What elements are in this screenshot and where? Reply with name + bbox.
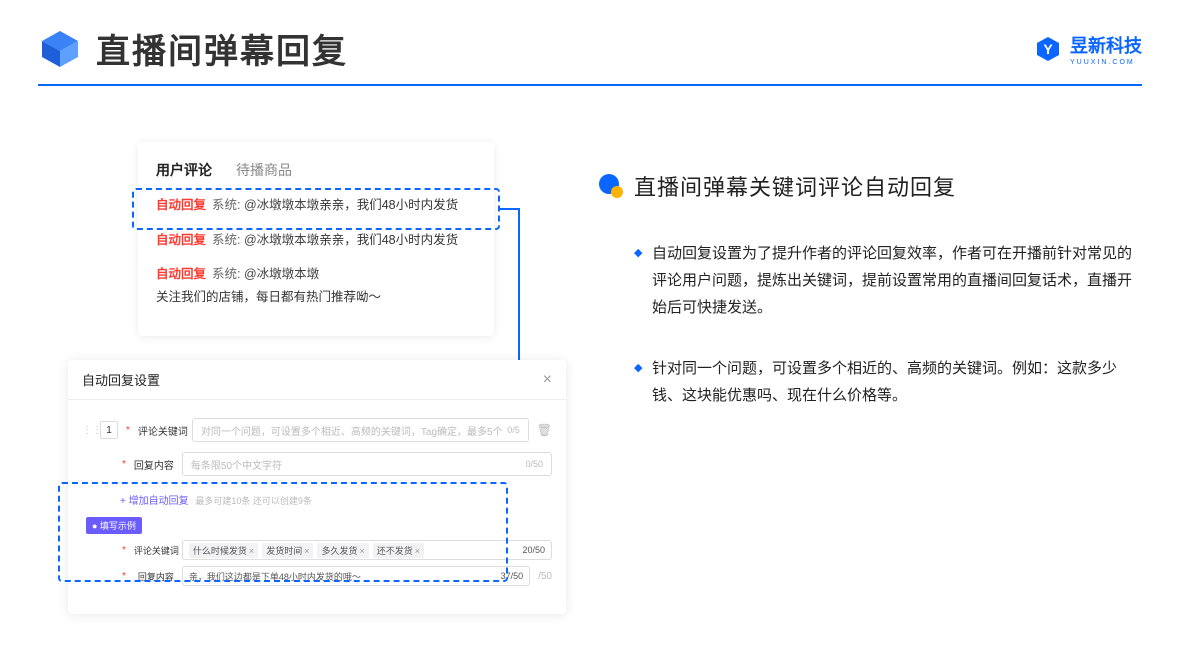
brand-name: 昱新科技 bbox=[1070, 32, 1142, 58]
tag-chips: 什么时候发货 发货时间 多久发货 还不发货 bbox=[189, 543, 428, 558]
page-header: 直播间弹幕回复 Y 昱新科技 YUUXIN.COM bbox=[38, 24, 1142, 73]
tag-chip[interactable]: 多久发货 bbox=[317, 543, 368, 558]
brand-text: 昱新科技 YUUXIN.COM bbox=[1070, 32, 1142, 66]
form-row-keyword: ⋮⋮ 1 * 评论关键词 对同一个问题，可设置多个相近、高频的关键词，Tag确定… bbox=[82, 418, 552, 442]
bullet-item: 自动回复设置为了提升作者的评论回复效率，作者可在开播前针对常见的评论用户问题，提… bbox=[634, 240, 1142, 321]
order-badge: 1 bbox=[100, 421, 118, 439]
keyword-input[interactable]: 对同一个问题，可设置多个相近、高频的关键词，Tag确定，最多5个 0/5 bbox=[192, 418, 529, 442]
auto-reply-badge: 自动回复 bbox=[156, 229, 206, 252]
example-row-content: * 回复内容 亲，我们这边都是下单48小时内发货的哦～ 37/50 /50 bbox=[82, 566, 552, 586]
description-section: 直播间弹幕关键词评论自动回复 自动回复设置为了提升作者的评论回复效率，作者可在开… bbox=[598, 170, 1142, 443]
cube-icon bbox=[38, 27, 82, 71]
example-row-keyword: * 评论关键词 什么时候发货 发货时间 多久发货 还不发货 20/50 bbox=[82, 540, 552, 560]
add-row: + 增加自动回复 最多可建10条 还可以创建9条 bbox=[82, 486, 552, 513]
comment-text: 亲亲，我们48小时内发货 bbox=[319, 229, 458, 252]
example-badge: ● 填写示例 bbox=[86, 517, 142, 534]
ex-content-value: 亲，我们这边都是下单48小时内发货的哦～ bbox=[189, 570, 361, 583]
modal-body: ⋮⋮ 1 * 评论关键词 对同一个问题，可设置多个相近、高频的关键词，Tag确定… bbox=[68, 400, 566, 614]
comment-mention: @冰墩墩本墩 bbox=[244, 194, 319, 217]
comment-prefix: 系统: bbox=[212, 263, 240, 286]
tag-chip[interactable]: 发货时间 bbox=[262, 543, 313, 558]
content-input[interactable]: 每条限50个中文字符 0/50 bbox=[182, 452, 552, 476]
keyword-placeholder: 对同一个问题，可设置多个相近、高频的关键词，Tag确定，最多5个 bbox=[201, 423, 503, 438]
comments-panel: 用户评论 待播商品 自动回复 系统: @冰墩墩本墩 亲亲，我们48小时内发货 自… bbox=[138, 142, 494, 336]
svg-text:Y: Y bbox=[1043, 41, 1053, 57]
keyword-label: 评论关键词 bbox=[138, 423, 184, 438]
required-dot: * bbox=[122, 545, 126, 556]
tag-chip[interactable]: 还不发货 bbox=[373, 543, 424, 558]
tabs: 用户评论 待播商品 bbox=[156, 160, 476, 180]
ex-content-input[interactable]: 亲，我们这边都是下单48小时内发货的哦～ 37/50 bbox=[182, 566, 530, 586]
ex-keyword-label: 评论关键词 bbox=[134, 544, 174, 557]
screenshot-composite: 用户评论 待播商品 自动回复 系统: @冰墩墩本墩 亲亲，我们48小时内发货 自… bbox=[68, 142, 566, 622]
form-row-content: * 回复内容 每条限50个中文字符 0/50 bbox=[82, 452, 552, 476]
divider bbox=[38, 84, 1142, 86]
comment-text: 关注我们的店铺，每日都有热门推荐呦～ bbox=[156, 286, 381, 309]
add-hint: 最多可建10条 还可以创建9条 bbox=[195, 496, 312, 506]
content-placeholder: 每条限50个中文字符 bbox=[191, 457, 282, 472]
comment-prefix: 系统: bbox=[212, 194, 240, 217]
modal-header: 自动回复设置 × bbox=[68, 360, 566, 400]
close-icon[interactable]: × bbox=[543, 371, 552, 389]
brand-logo: Y 昱新科技 YUUXIN.COM bbox=[1034, 32, 1142, 66]
example-block: ● 填写示例 * 评论关键词 什么时候发货 发货时间 多久发货 还不发货 20/… bbox=[82, 517, 552, 586]
comment-mention: @冰墩墩本墩 bbox=[244, 229, 319, 252]
content-count: 0/50 bbox=[525, 459, 543, 469]
bullet-item: 针对同一个问题，可设置多个相近的、高频的关键词。例如：这款多少钱、这块能优惠吗、… bbox=[634, 355, 1142, 409]
section-title: 直播间弹幕关键词评论自动回复 bbox=[634, 170, 956, 202]
ex-keyword-input[interactable]: 什么时候发货 发货时间 多久发货 还不发货 20/50 bbox=[182, 540, 552, 560]
bullet-list: 自动回复设置为了提升作者的评论回复效率，作者可在开播前针对常见的评论用户问题，提… bbox=[598, 240, 1142, 409]
connector-line bbox=[500, 208, 518, 210]
tab-user-comments[interactable]: 用户评论 bbox=[156, 160, 212, 180]
required-dot: * bbox=[122, 571, 126, 582]
keyword-count: 0/5 bbox=[507, 425, 520, 435]
ex-kw-count: 20/50 bbox=[522, 545, 545, 555]
comment-text: 亲亲，我们48小时内发货 bbox=[319, 194, 458, 217]
auto-reply-badge: 自动回复 bbox=[156, 263, 206, 286]
chat-bubble-icon bbox=[598, 173, 624, 199]
page-title: 直播间弹幕回复 bbox=[96, 24, 348, 73]
tag-chip[interactable]: 什么时候发货 bbox=[189, 543, 258, 558]
header-left: 直播间弹幕回复 bbox=[38, 24, 348, 73]
ex-content-count: 37/50 bbox=[501, 571, 524, 581]
comment-mention: @冰墩墩本墩 bbox=[244, 263, 319, 286]
auto-reply-badge: 自动回复 bbox=[156, 194, 206, 217]
outer-count: /50 bbox=[538, 571, 552, 582]
add-auto-reply-link[interactable]: + 增加自动回复 bbox=[120, 492, 189, 507]
ex-content-label: 回复内容 bbox=[134, 570, 174, 583]
settings-modal: 自动回复设置 × ⋮⋮ 1 * 评论关键词 对同一个问题，可设置多个相近、高频的… bbox=[68, 360, 566, 614]
content-label: 回复内容 bbox=[134, 457, 174, 472]
comment-prefix: 系统: bbox=[212, 229, 240, 252]
comment-row: 自动回复 系统: @冰墩墩本墩 关注我们的店铺，每日都有热门推荐呦～ bbox=[156, 263, 476, 308]
modal-title: 自动回复设置 bbox=[82, 370, 160, 389]
tab-pending-goods[interactable]: 待播商品 bbox=[236, 160, 292, 180]
required-dot: * bbox=[122, 459, 126, 470]
required-dot: * bbox=[126, 425, 130, 436]
comment-row: 自动回复 系统: @冰墩墩本墩 亲亲，我们48小时内发货 bbox=[156, 194, 476, 217]
brand-sub: YUUXIN.COM bbox=[1070, 59, 1142, 66]
drag-handle-icon[interactable]: ⋮⋮ bbox=[82, 425, 92, 436]
section-header: 直播间弹幕关键词评论自动回复 bbox=[598, 170, 1142, 202]
brand-icon: Y bbox=[1034, 35, 1062, 63]
comment-row: 自动回复 系统: @冰墩墩本墩 亲亲，我们48小时内发货 bbox=[156, 229, 476, 252]
trash-icon[interactable]: 🗑 bbox=[537, 423, 552, 437]
